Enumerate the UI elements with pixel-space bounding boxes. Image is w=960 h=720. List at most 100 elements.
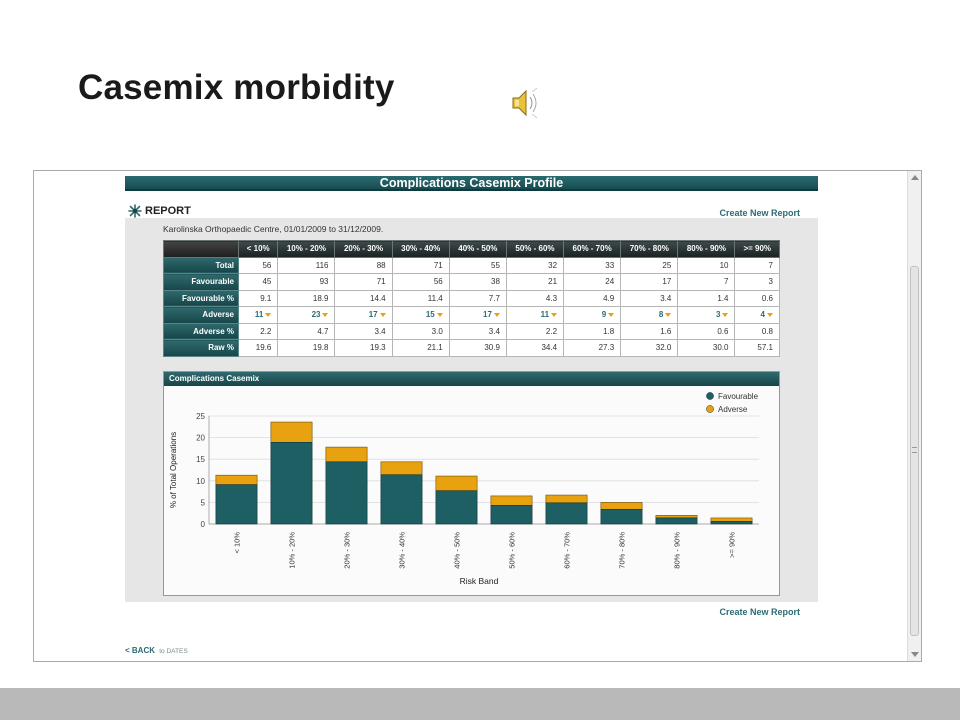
table-row-favourable: Favourable 45 93 71 56 38 21 24 17 7 3 — [163, 273, 780, 291]
table-cell: 33 — [563, 256, 622, 274]
table-cell: 14.4 — [334, 289, 393, 307]
table-cell: 45 — [237, 273, 279, 291]
speaker-icon[interactable] — [510, 86, 542, 120]
table-cell-adverse[interactable]: 15 — [391, 306, 450, 324]
table-cell: 7 — [734, 256, 780, 274]
scroll-thumb[interactable] — [910, 266, 919, 636]
down-arrow-icon — [767, 313, 773, 318]
bar-favourable — [600, 509, 643, 525]
down-arrow-icon — [665, 313, 672, 318]
x-tick-label: < 10% — [233, 532, 242, 554]
table-cell: 4.3 — [505, 289, 565, 307]
table-cell: 17 — [620, 273, 679, 291]
legend-label: Favourable — [718, 392, 759, 401]
table-cell: 10 — [677, 256, 736, 274]
table-cell: 21 — [505, 273, 565, 291]
column-header: 30% - 40% — [391, 240, 450, 258]
cell-value: 4 — [760, 310, 765, 320]
report-heading: REPORT — [145, 205, 191, 217]
table-cell: 71 — [334, 273, 393, 291]
table-cell: 56 — [391, 273, 450, 291]
bar-adverse — [270, 421, 313, 443]
table-cell: 0.6 — [677, 322, 736, 340]
back-link[interactable]: < BACK — [125, 646, 155, 655]
cell-value: 23 — [311, 310, 321, 320]
table-cell: 21.1 — [391, 339, 450, 357]
cell-value: 11 — [254, 310, 264, 320]
column-header: < 10% — [237, 240, 279, 258]
report-panel: Karolinska Orthopaedic Centre, 01/01/200… — [125, 218, 818, 602]
table-cell: 25 — [620, 256, 679, 274]
scroll-up-icon[interactable] — [911, 175, 919, 180]
bar-favourable — [380, 474, 423, 525]
table-cell: 3.4 — [334, 322, 393, 340]
table-cell-adverse[interactable]: 11 — [505, 306, 565, 324]
create-new-report-link[interactable]: Create New Report — [719, 208, 800, 218]
column-header: 80% - 90% — [677, 240, 736, 258]
table-header-row: < 10% 10% - 20% 20% - 30% 30% - 40% 40% … — [163, 240, 780, 258]
table-cell-adverse[interactable]: 17 — [334, 306, 393, 324]
legend-label: Adverse — [718, 405, 748, 414]
table-cell: 3.0 — [391, 322, 450, 340]
x-tick-label: 80% - 90% — [673, 532, 682, 569]
x-tick-label: 70% - 80% — [618, 532, 627, 569]
down-arrow-icon — [608, 313, 615, 318]
table-cell: 30.9 — [448, 339, 507, 357]
y-tick-label: 10 — [196, 477, 205, 486]
table-cell-adverse[interactable]: 8 — [620, 306, 679, 324]
table-row-favourable-pct: Favourable % 9.1 18.9 14.4 11.4 7.7 4.3 … — [163, 289, 780, 307]
table-cell: 71 — [391, 256, 450, 274]
down-arrow-icon — [436, 313, 443, 318]
table-cell: 55 — [448, 256, 507, 274]
bar-adverse — [325, 446, 368, 463]
row-label: Raw % — [163, 339, 239, 357]
table-cell: 34.4 — [505, 339, 565, 357]
table-cell: 11.4 — [391, 289, 450, 307]
table-cell: 24 — [563, 273, 622, 291]
table-row-adverse: Adverse 11 23 17 15 17 11 9 8 3 4 — [163, 306, 780, 324]
table-cell: 7 — [677, 273, 736, 291]
x-axis-label: Risk Band — [460, 576, 499, 586]
down-arrow-icon — [493, 313, 500, 318]
bar-favourable — [435, 490, 478, 525]
table-cell-adverse[interactable]: 11 — [237, 306, 279, 324]
back-target-label: to DATES — [159, 648, 188, 655]
table-cell: 9.1 — [237, 289, 279, 307]
scroll-down-icon[interactable] — [911, 652, 919, 657]
row-label: Favourable — [163, 273, 239, 291]
cell-value: 3 — [716, 310, 721, 320]
chart-panel: Complications Casemix 0 5 10 15 20 25 % of Tot… — [163, 371, 780, 596]
table-cell: 1.6 — [620, 322, 679, 340]
bar-adverse — [435, 475, 478, 492]
table-cell-adverse[interactable]: 4 — [734, 306, 780, 324]
x-tick-label: 30% - 40% — [398, 532, 407, 569]
table-cell-adverse[interactable]: 17 — [448, 306, 507, 324]
bar-adverse — [380, 461, 423, 476]
y-tick-label: 25 — [196, 412, 205, 421]
stacked-bar-chart: 0 5 10 15 20 25 % of Total Operations < 10% 10% … — [169, 392, 759, 586]
bar-favourable — [215, 484, 258, 525]
table-cell-adverse[interactable]: 23 — [277, 306, 336, 324]
table-row-raw-pct: Raw % 19.6 19.8 19.3 21.1 30.9 34.4 27.3… — [163, 339, 780, 357]
row-label: Favourable % — [163, 289, 239, 307]
bar-favourable — [545, 502, 588, 525]
y-tick-label: 20 — [196, 434, 205, 443]
risk-band-table: < 10% 10% - 20% 20% - 30% 30% - 40% 40% … — [163, 240, 780, 357]
vertical-scrollbar[interactable] — [907, 171, 921, 661]
table-cell: 19.8 — [277, 339, 336, 357]
column-header: 50% - 60% — [505, 240, 565, 258]
bar-adverse — [655, 515, 698, 519]
table-cell-adverse[interactable]: 9 — [563, 306, 622, 324]
slide-footer-bar — [0, 688, 960, 720]
table-cell: 30.0 — [677, 339, 736, 357]
table-cell: 0.8 — [734, 322, 780, 340]
table-cell: 4.7 — [277, 322, 336, 340]
create-new-report-link-bottom[interactable]: Create New Report — [719, 607, 800, 617]
bar-adverse — [215, 474, 258, 485]
column-header: >= 90% — [734, 240, 780, 258]
cell-value: 15 — [425, 310, 435, 320]
cell-value: 17 — [368, 310, 378, 320]
table-cell: 18.9 — [277, 289, 336, 307]
table-cell-adverse[interactable]: 3 — [677, 306, 736, 324]
down-arrow-icon — [551, 313, 558, 318]
